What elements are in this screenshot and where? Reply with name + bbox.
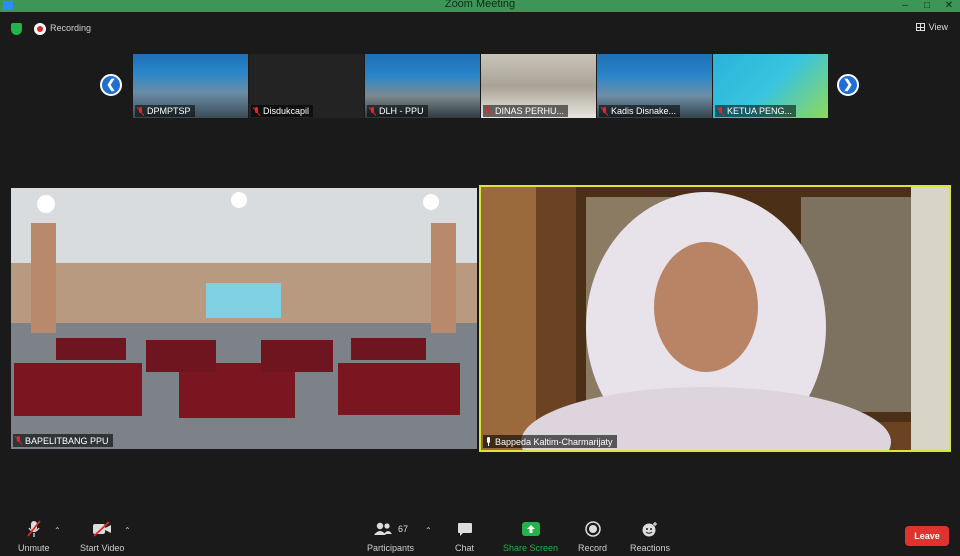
participant-name: Bappeda Kaltim-Charmarijaty — [495, 436, 613, 447]
video-off-icon — [92, 520, 112, 538]
grid-icon — [915, 23, 925, 31]
window-controls: – □ ✕ — [894, 0, 960, 12]
participant-thumbnail[interactable]: DPMPTSP — [133, 54, 248, 118]
mic-muted-icon — [601, 106, 608, 116]
participant-name: Kadis Disnake... — [611, 106, 677, 116]
mic-muted-icon — [15, 436, 22, 445]
view-label: View — [928, 22, 948, 32]
speaker-video — [481, 187, 949, 450]
recording-label: Recording — [50, 23, 92, 33]
security-shield-icon[interactable] — [11, 23, 22, 35]
participant-name-tag: KETUA PENG... — [715, 105, 797, 117]
leave-button[interactable]: Leave — [905, 526, 949, 546]
share-screen-button[interactable]: Share Screen — [503, 520, 558, 553]
participant-name: Disdukcapil — [263, 106, 310, 116]
minimize-button[interactable]: – — [894, 0, 916, 12]
zoom-window: Zoom Meeting – □ ✕ Recording View ❮ ❯ DP… — [0, 0, 960, 556]
recording-icon — [34, 23, 46, 35]
participant-name: DPMPTSP — [147, 106, 191, 116]
participant-name-tag: DLH - PPU — [367, 105, 428, 117]
participant-name: KETUA PENG... — [727, 106, 793, 116]
view-button[interactable]: View — [915, 22, 948, 32]
share-screen-label: Share Screen — [503, 543, 559, 553]
reactions-label: Reactions — [630, 543, 671, 553]
start-video-label: Start Video — [80, 543, 125, 553]
participants-icon: 67 — [373, 520, 408, 538]
mic-muted-icon — [717, 106, 724, 116]
participant-name: DLH - PPU — [379, 106, 424, 116]
main-video-left[interactable]: BAPELITBANG PPU — [11, 188, 477, 449]
maximize-button[interactable]: □ — [916, 0, 938, 12]
audio-options-chevron-icon[interactable]: ⌃ — [54, 526, 61, 535]
title-bar: Zoom Meeting – □ ✕ — [0, 0, 960, 12]
conference-room-video — [11, 188, 477, 449]
start-video-button[interactable]: Start Video — [80, 520, 124, 553]
reactions-smiley-icon — [641, 520, 659, 538]
participant-name: DINAS PERHU... — [495, 106, 565, 116]
participants-label: Participants — [367, 543, 415, 553]
main-video-active-speaker[interactable]: Bappeda Kaltim-Charmarijaty — [479, 185, 951, 452]
previous-page-button[interactable]: ❮ — [100, 74, 122, 96]
participants-button[interactable]: 67 Participants — [367, 520, 414, 553]
video-options-chevron-icon[interactable]: ⌃ — [124, 526, 131, 535]
participant-name-tag: DPMPTSP — [135, 105, 195, 117]
mic-muted-icon — [485, 106, 492, 116]
participant-name: BAPELITBANG PPU — [25, 435, 109, 446]
record-button[interactable]: Record — [578, 520, 607, 553]
participant-name-tag: Disdukcapil — [251, 105, 314, 117]
mic-muted-icon — [253, 106, 260, 116]
meeting-toolbar: Unmute ⌃ Start Video ⌃ 67 Participants ⌃… — [0, 514, 960, 556]
window-title: Zoom Meeting — [444, 0, 516, 10]
record-icon — [584, 520, 601, 538]
mic-icon — [485, 437, 492, 446]
participant-thumbnail[interactable]: Disdukcapil — [249, 54, 364, 118]
participant-name-tag: DINAS PERHU... — [483, 105, 569, 117]
mic-muted-icon — [369, 106, 376, 116]
participant-thumbnail[interactable]: DLH - PPU — [365, 54, 480, 118]
unmute-label: Unmute — [18, 543, 50, 553]
chat-button[interactable]: Chat — [455, 520, 474, 553]
participant-thumbnail[interactable]: Kadis Disnake... — [597, 54, 712, 118]
participants-chevron-icon[interactable]: ⌃ — [425, 526, 432, 535]
participant-name-tag: Bappeda Kaltim-Charmarijaty — [483, 435, 617, 448]
unmute-button[interactable]: Unmute — [18, 520, 50, 553]
mic-muted-icon — [26, 520, 42, 538]
share-screen-icon — [521, 520, 540, 538]
chat-label: Chat — [455, 543, 475, 553]
next-page-button[interactable]: ❯ — [837, 74, 859, 96]
participant-name-tag: BAPELITBANG PPU — [13, 434, 113, 447]
participant-name-tag: Kadis Disnake... — [599, 105, 681, 117]
record-label: Record — [578, 543, 608, 553]
participants-count: 67 — [398, 524, 409, 534]
chat-icon — [457, 520, 473, 538]
reactions-button[interactable]: Reactions — [630, 520, 670, 553]
participant-thumbnail[interactable]: DINAS PERHU... — [481, 54, 596, 118]
mic-muted-icon — [137, 106, 144, 116]
close-button[interactable]: ✕ — [938, 0, 960, 12]
participant-thumbnail[interactable]: KETUA PENG... — [713, 54, 828, 118]
